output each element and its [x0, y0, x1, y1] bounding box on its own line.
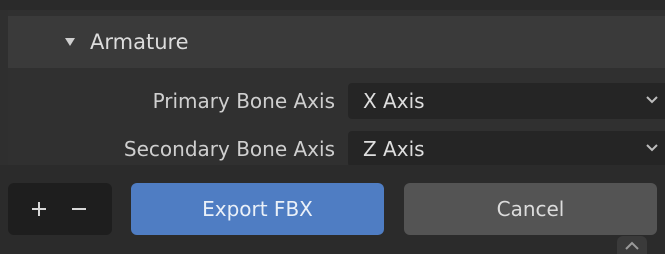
- plus-icon[interactable]: [26, 196, 52, 222]
- secondary-bone-axis-dropdown[interactable]: Z Axis: [348, 131, 665, 167]
- dialog-footer: Export FBX Cancel: [0, 165, 665, 254]
- chevron-down-icon: [646, 144, 658, 152]
- primary-bone-axis-row: Primary Bone Axis X Axis: [8, 83, 665, 119]
- panel-header-label: Armature: [90, 30, 189, 54]
- primary-bone-axis-dropdown[interactable]: X Axis: [348, 83, 665, 119]
- chevron-down-icon: [646, 96, 658, 104]
- secondary-bone-axis-label: Secondary Bone Axis: [123, 137, 335, 161]
- armature-panel-header[interactable]: Armature: [8, 16, 665, 68]
- export-fbx-button[interactable]: Export FBX: [131, 183, 384, 235]
- disclosure-triangle-icon[interactable]: [65, 38, 75, 46]
- scroll-up-button[interactable]: [617, 236, 647, 254]
- preset-add-remove: [8, 183, 112, 235]
- primary-bone-axis-label: Primary Bone Axis: [152, 89, 335, 113]
- minus-icon[interactable]: [66, 196, 92, 222]
- export-dialog: Armature Primary Bone Axis X Axis Second…: [0, 0, 665, 254]
- left-edge: [0, 10, 8, 165]
- dropdown-value: Z Axis: [363, 137, 425, 161]
- chevron-up-icon: [625, 241, 639, 250]
- top-strip: [0, 0, 665, 10]
- armature-panel: Armature Primary Bone Axis X Axis Second…: [8, 10, 665, 167]
- secondary-bone-axis-row: Secondary Bone Axis Z Axis: [8, 131, 665, 167]
- cancel-button[interactable]: Cancel: [404, 183, 657, 235]
- dropdown-value: X Axis: [363, 89, 425, 113]
